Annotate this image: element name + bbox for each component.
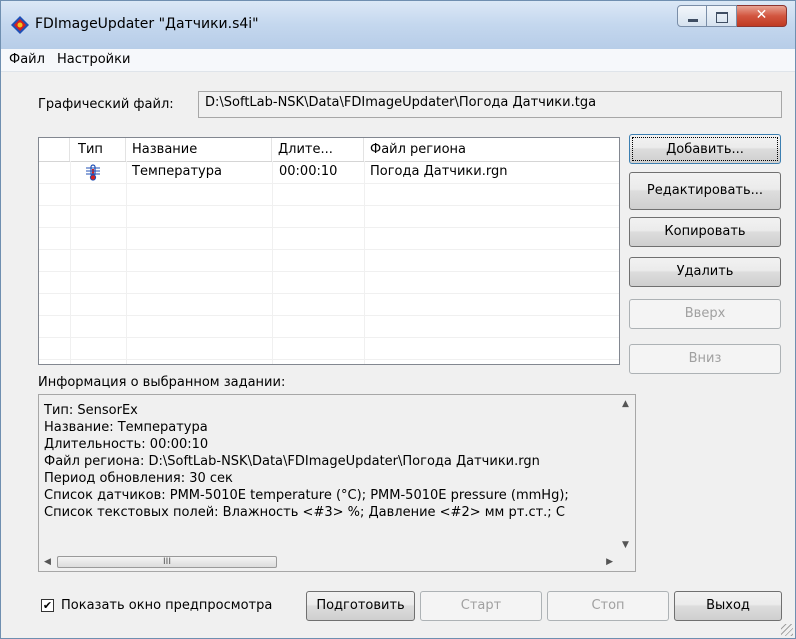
- column-type[interactable]: Тип: [70, 138, 126, 161]
- info-duration: Длительность: 00:00:10: [44, 437, 209, 452]
- info-type: Тип: SensorEx: [44, 403, 138, 418]
- check-icon: ✔: [42, 599, 53, 612]
- preview-checkbox[interactable]: ✔: [41, 599, 54, 612]
- info-horizontal-scrollbar[interactable]: ◀ III ▶: [39, 554, 618, 571]
- column-name[interactable]: Название: [126, 138, 272, 161]
- add-button[interactable]: Добавить...: [629, 134, 781, 164]
- info-region-file: Файл региона: D:\SoftLab-NSK\Data\FDImag…: [44, 454, 540, 469]
- scroll-thumb[interactable]: III: [57, 556, 277, 568]
- copy-button[interactable]: Копировать: [629, 217, 781, 247]
- info-sensors: Список датчиков: PMM-5010E temperature (…: [44, 488, 569, 503]
- stop-button[interactable]: Стоп: [547, 591, 669, 621]
- info-update-period: Период обновления: 30 сек: [44, 471, 233, 486]
- row-name: Температура: [132, 164, 222, 179]
- resize-grip[interactable]: [781, 624, 793, 636]
- column-duration[interactable]: Длите...: [272, 138, 364, 161]
- prepare-button[interactable]: Подготовить: [306, 591, 415, 621]
- info-vertical-scrollbar[interactable]: ▲ ▼: [618, 395, 635, 554]
- move-up-button[interactable]: Вверх: [629, 299, 781, 329]
- maximize-button[interactable]: [707, 5, 737, 27]
- close-icon: ✕: [755, 7, 768, 23]
- scroll-down-icon[interactable]: ▼: [622, 540, 629, 550]
- thermometer-icon: [86, 164, 100, 181]
- preview-checkbox-label[interactable]: Показать окно предпросмотра: [61, 598, 272, 613]
- list-header: Тип Название Длите... Файл региона: [39, 138, 619, 162]
- window-controls: ✕: [677, 5, 787, 29]
- window-title: FDImageUpdater "Датчики.s4i": [35, 16, 259, 32]
- app-diamond-icon: [11, 16, 29, 34]
- scroll-right-icon[interactable]: ▶: [606, 557, 613, 567]
- info-label: Информация о выбранном задании:: [38, 375, 286, 390]
- close-button[interactable]: ✕: [737, 5, 787, 27]
- move-down-button[interactable]: Вниз: [629, 344, 781, 374]
- scroll-left-icon[interactable]: ◀: [44, 557, 51, 567]
- menu-bar: Файл Настройки: [1, 49, 795, 72]
- info-name: Название: Температура: [44, 420, 208, 435]
- delete-button[interactable]: Удалить: [629, 257, 781, 287]
- scroll-up-icon[interactable]: ▲: [622, 399, 629, 409]
- column-region-file[interactable]: Файл региона: [364, 138, 619, 161]
- main-window: FDImageUpdater "Датчики.s4i" ✕ Файл Наст…: [0, 0, 796, 639]
- menu-settings[interactable]: Настройки: [57, 52, 130, 67]
- table-row[interactable]: Температура 00:00:10 Погода Датчики.rgn: [39, 161, 619, 183]
- exit-button[interactable]: Выход: [674, 591, 782, 621]
- row-duration: 00:00:10: [279, 164, 338, 179]
- tasks-list[interactable]: Тип Название Длите... Файл региона Темпе…: [38, 137, 620, 365]
- start-button[interactable]: Старт: [420, 591, 542, 621]
- column-checkbox[interactable]: [39, 138, 70, 161]
- graphic-file-field[interactable]: D:\SoftLab-NSK\Data\FDImageUpdater\Погод…: [198, 91, 782, 118]
- graphic-file-label: Графический файл:: [38, 97, 174, 112]
- title-bar[interactable]: FDImageUpdater "Датчики.s4i" ✕: [1, 1, 795, 49]
- menu-file[interactable]: Файл: [9, 52, 45, 67]
- minimize-button[interactable]: [677, 5, 707, 27]
- edit-button[interactable]: Редактировать...: [629, 172, 781, 210]
- task-info-box[interactable]: Тип: SensorEx Название: Температура Длит…: [38, 394, 636, 572]
- info-text-fields: Список текстовых полей: Влажность <#3> %…: [44, 505, 565, 520]
- row-region-file: Погода Датчики.rgn: [370, 164, 508, 179]
